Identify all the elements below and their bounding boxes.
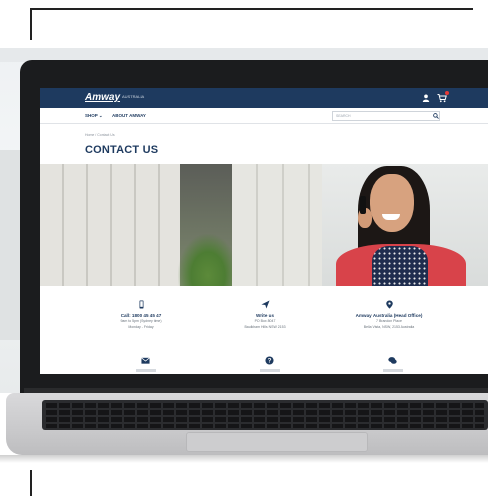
key-row [46,424,484,428]
contact-title[interactable]: Call: 1800 45 45 47 [86,313,196,318]
laptop-screen: Amway AUSTRALIA SHOP ⌄ ABOUT AMWAY SEARC… [40,88,488,374]
decorative-line [30,470,32,496]
key-row [46,403,484,408]
concrete-wall [40,164,180,286]
laptop-keyboard [42,400,488,430]
mobile-phone [360,196,366,214]
contact-detail: Bella Vista, NSW, 2153 Australia [363,324,415,329]
hero-image [40,164,488,286]
concrete-wall [232,164,322,286]
contact-detail: Monday - Friday [128,324,154,329]
user-icon[interactable] [422,94,430,102]
main-nav: SHOP ⌄ ABOUT AMWAY SEARCH [40,108,488,124]
contact-title[interactable]: Amway Australia (Head Office) [334,313,444,318]
site-header: Amway AUSTRALIA [40,88,488,108]
key-row [46,417,484,422]
decorative-line [30,8,32,40]
svg-text:?: ? [268,358,272,365]
nav-shop[interactable]: SHOP ⌄ [85,113,103,119]
mobile-phone-icon [139,300,143,309]
question-icon[interactable]: ? [265,356,274,365]
envelope-icon[interactable] [141,356,150,365]
contact-call: Call: 1800 45 45 47 9am to 5pm (Sydney t… [86,300,196,329]
photo-frame: Amway AUSTRALIA SHOP ⌄ ABOUT AMWAY SEARC… [0,0,488,496]
plant [178,234,238,286]
search-placeholder: SEARCH [336,114,351,118]
key-row [46,410,484,415]
laptop-touchpad [186,432,368,452]
woman-face [370,174,414,232]
polka-dot-blouse [372,246,428,286]
chat-bubbles-icon[interactable] [388,356,397,365]
contact-detail: 9am to 5pm (Sydney time) [120,319,162,323]
region-selector[interactable]: AUSTRALIA [122,94,144,99]
paper-plane-icon [260,300,270,309]
page-title: CONTACT US [85,144,159,156]
contact-detail: Baulkham Hills NSW 2153 [244,324,286,329]
contact-detail: PO Box 8047 [254,319,276,323]
cart-badge [445,91,449,95]
cut-off-label [383,369,403,372]
search-input[interactable]: SEARCH [332,111,440,121]
contact-write: Write us PO Box 8047 Baulkham Hills NSW … [210,300,320,329]
contact-head-office: Amway Australia (Head Office) 7 Brandon … [334,300,444,329]
cut-off-label [260,369,280,372]
table-shadow [0,455,488,463]
office-pillar [0,150,22,340]
breadcrumb[interactable]: Home / Contact Us [85,133,115,137]
contact-title[interactable]: Write us [210,313,320,318]
cut-off-label [136,369,156,372]
decorative-line [30,8,473,10]
search-icon[interactable] [433,113,439,119]
map-pin-icon [385,300,393,309]
contact-detail: 7 Brandon Place [376,319,402,323]
amway-logo[interactable]: Amway [85,92,120,103]
nav-about-amway[interactable]: ABOUT AMWAY [112,113,146,118]
